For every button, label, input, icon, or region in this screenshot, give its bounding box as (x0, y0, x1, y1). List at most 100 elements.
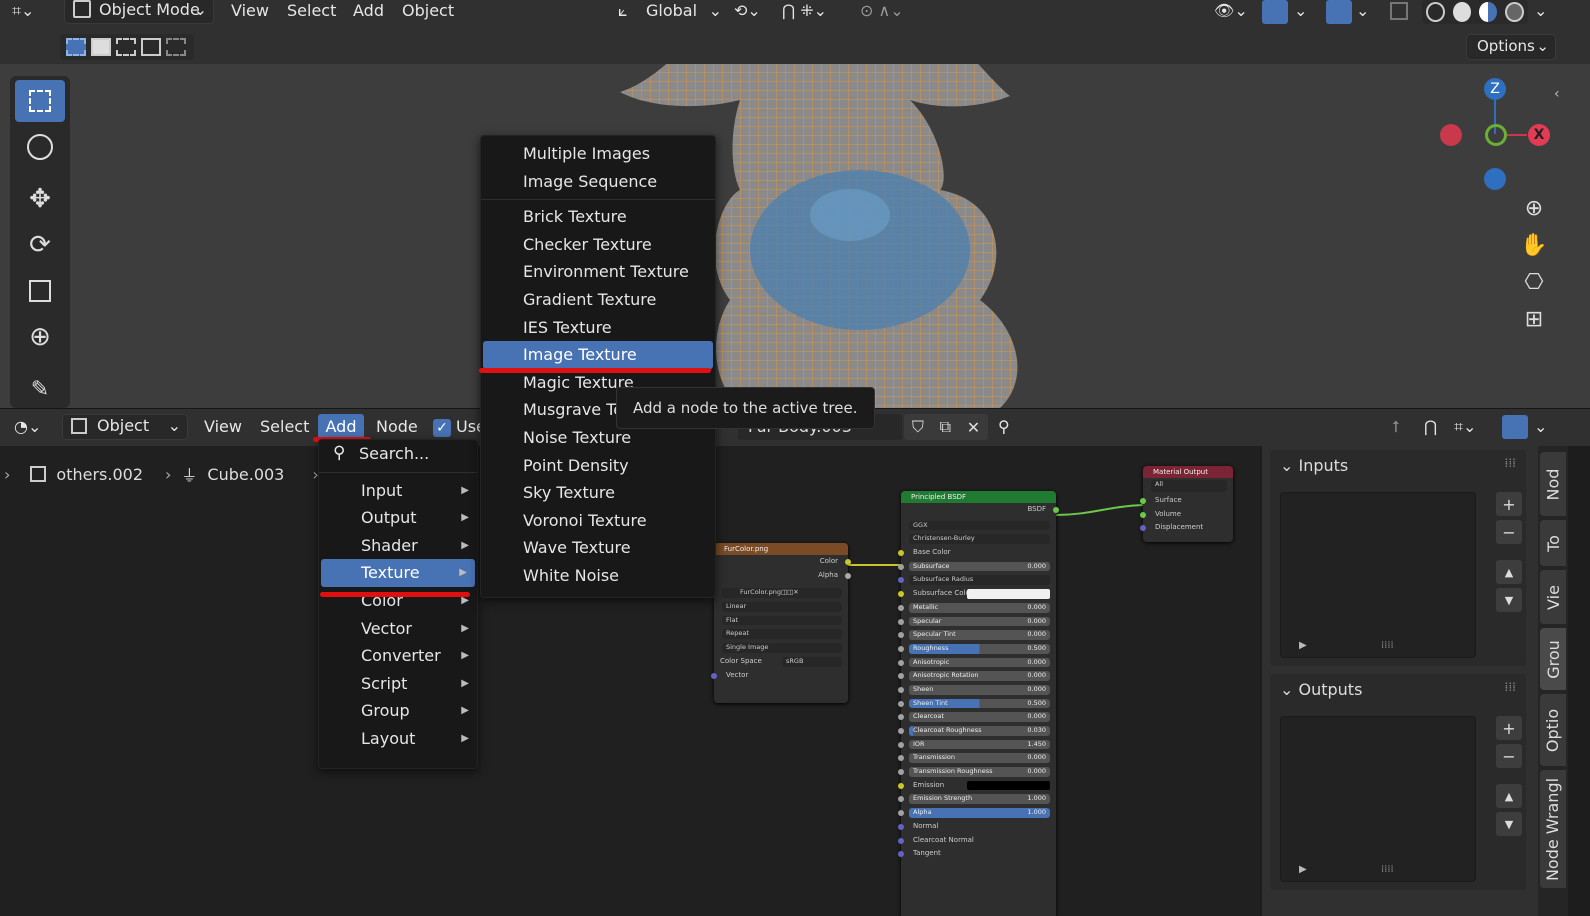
socket[interactable] (898, 782, 904, 789)
resize-handle-icon[interactable]: ⁞⁞⁞⁞ (1381, 640, 1394, 651)
select-intersect-icon[interactable] (166, 38, 186, 56)
move-tool[interactable]: ✥ (15, 178, 65, 220)
socket[interactable] (898, 632, 904, 639)
socket[interactable] (898, 741, 904, 748)
texture-item-environment-texture[interactable]: Environment Texture (481, 258, 715, 286)
socket[interactable] (898, 728, 904, 734)
3d-viewport[interactable]: ⌗⌄ Object Mode ⌄ View Select Add Object … (0, 0, 1590, 408)
overlay-toggle-icon[interactable] (1502, 415, 1528, 439)
texture-item-brick-texture[interactable]: Brick Texture (481, 203, 715, 231)
socket[interactable] (898, 700, 904, 707)
field-specular-tint[interactable]: Specular Tint 0.000 (909, 630, 1050, 640)
cursor-tool[interactable] (15, 126, 65, 168)
gizmo-x[interactable]: X (1528, 124, 1550, 146)
menu-select[interactable]: Select (287, 0, 336, 22)
grid-perspective-icon[interactable]: ⊞ (1525, 307, 1543, 332)
texture-item-point-density[interactable]: Point Density (481, 452, 715, 480)
chevron-down-icon[interactable]: ⌄ (1294, 0, 1307, 22)
field-sheen-tint[interactable]: Sheen Tint 0.500 (909, 698, 1050, 709)
use-nodes-checkbox[interactable]: ✓ (433, 419, 451, 437)
texture-item-ies-texture[interactable]: IES Texture (481, 314, 715, 342)
transform-tool[interactable]: ⊕ (15, 316, 65, 358)
socket[interactable] (898, 755, 904, 762)
menu-view[interactable]: View (231, 0, 269, 22)
field-roughness[interactable]: Roughness 0.500 (909, 643, 1050, 654)
drag-handle-icon[interactable]: ⁞⁞⁞ (1505, 680, 1516, 694)
proportional-edit-icon[interactable]: ⊙ ∧⌄ (860, 0, 904, 22)
socket[interactable] (711, 672, 717, 679)
projection-dropdown[interactable]: Flat (722, 615, 842, 626)
socket[interactable] (898, 577, 904, 584)
object-mode-dropdown[interactable]: Object Mode ⌄ (64, 0, 214, 24)
socket[interactable] (898, 686, 904, 693)
add-menu-item-vector[interactable]: Vector ▶ (319, 615, 477, 643)
field-sheen[interactable]: Sheen 0.000 (909, 684, 1050, 695)
visibility-icon[interactable]: 👁⌄ (1214, 0, 1248, 22)
target-dropdown[interactable]: All (1151, 480, 1227, 492)
texture-item-gradient-texture[interactable]: Gradient Texture (481, 286, 715, 314)
move-down-button[interactable]: ▼ (1496, 588, 1522, 612)
socket[interactable] (898, 659, 904, 666)
select-invert-icon[interactable] (141, 38, 161, 56)
move-up-button[interactable]: ▲ (1496, 784, 1522, 808)
texture-item-sky-texture[interactable]: Sky Texture (481, 479, 715, 507)
color-swatch[interactable] (967, 589, 1050, 599)
snap-icon[interactable]: ⋂ (1424, 416, 1437, 438)
socket[interactable] (898, 714, 904, 721)
field-specular[interactable]: Specular 0.000 (909, 616, 1050, 627)
gizmo-neg-z[interactable] (1484, 168, 1506, 190)
annotate-tool[interactable]: ✎ (15, 368, 65, 408)
tab-tool[interactable]: To (1540, 520, 1566, 566)
socket[interactable] (898, 645, 904, 652)
field-subsurface[interactable]: Subsurface 0.000 (909, 561, 1050, 572)
resize-handle-icon[interactable]: ⁞⁞⁞⁞ (1381, 864, 1394, 875)
select-subtract-icon[interactable] (116, 38, 136, 56)
remove-output-button[interactable]: − (1496, 744, 1522, 768)
shield-icon[interactable]: ⛉ (912, 417, 924, 437)
zoom-icon[interactable]: ⊕ (1525, 196, 1543, 221)
add-menu-item-texture[interactable]: Texture ▶ (321, 559, 475, 587)
source-dropdown[interactable]: Single Image (722, 643, 842, 653)
tab-view[interactable]: Vie (1540, 570, 1566, 624)
socket[interactable] (1053, 507, 1059, 513)
field-anisotropic[interactable]: Anisotropic 0.000 (909, 657, 1050, 668)
rotate-tool[interactable]: ⟳ (15, 224, 65, 266)
socket[interactable] (1140, 498, 1146, 504)
extension-dropdown[interactable]: Repeat (722, 629, 842, 640)
gizmo-y[interactable] (1485, 124, 1507, 146)
solid-shading-icon[interactable] (1452, 2, 1471, 22)
menu-object[interactable]: Object (402, 0, 454, 22)
socket[interactable] (1140, 511, 1146, 518)
sidebar-toggle-icon[interactable]: ‹ (1554, 86, 1560, 102)
object-dropdown[interactable]: Object ⌄ (62, 414, 188, 440)
field-alpha[interactable]: Alpha 1.000 (909, 808, 1050, 818)
navigation-gizmo[interactable]: Z X (1430, 78, 1560, 198)
parent-node-tree-icon[interactable]: ⭡ (1392, 416, 1400, 438)
socket[interactable] (898, 796, 904, 803)
field-clearcoat-roughness[interactable]: Clearcoat Roughness 0.030 (909, 726, 1050, 736)
image-selector[interactable]: FurColor.png◫◫✕ (722, 588, 842, 599)
duplicate-icon[interactable]: ⧉ (940, 417, 951, 437)
inputs-panel-header[interactable]: ⌄ Inputs (1280, 456, 1348, 475)
add-menu-item-shader[interactable]: Shader ▶ (319, 532, 477, 560)
socket[interactable] (898, 591, 904, 598)
expand-icon[interactable]: ▶ (1299, 864, 1307, 875)
tab-group[interactable]: Grou (1540, 628, 1566, 690)
add-menu-item-script[interactable]: Script ▶ (319, 670, 477, 698)
close-icon[interactable]: ✕ (967, 418, 980, 437)
socket[interactable] (845, 572, 851, 579)
move-down-button[interactable]: ▼ (1496, 812, 1522, 836)
field-metallic[interactable]: Metallic 0.000 (909, 602, 1050, 613)
drag-handle-icon[interactable]: ⁞⁞⁞ (1505, 456, 1516, 470)
tab-node-wrangler[interactable]: Node Wrangl (1540, 770, 1566, 888)
texture-item-image-texture[interactable]: Image Texture (483, 341, 713, 369)
field-subsurface-radius[interactable]: Subsurface Radius (909, 575, 1050, 586)
interpolation-dropdown[interactable]: Linear (722, 602, 842, 612)
material-output-node[interactable]: Material Output All Surface Volume Displ… (1140, 466, 1233, 542)
image-texture-node[interactable]: FurColor.png Color Alpha FurColor.png◫◫✕… (711, 543, 851, 703)
socket[interactable] (898, 851, 904, 858)
pan-hand-icon[interactable]: ✋ (1520, 233, 1547, 258)
select-new-icon[interactable] (66, 38, 86, 56)
chevron-down-icon[interactable]: ⌄ (1534, 0, 1547, 22)
chevron-down-icon[interactable]: ⌄ (1356, 0, 1369, 22)
